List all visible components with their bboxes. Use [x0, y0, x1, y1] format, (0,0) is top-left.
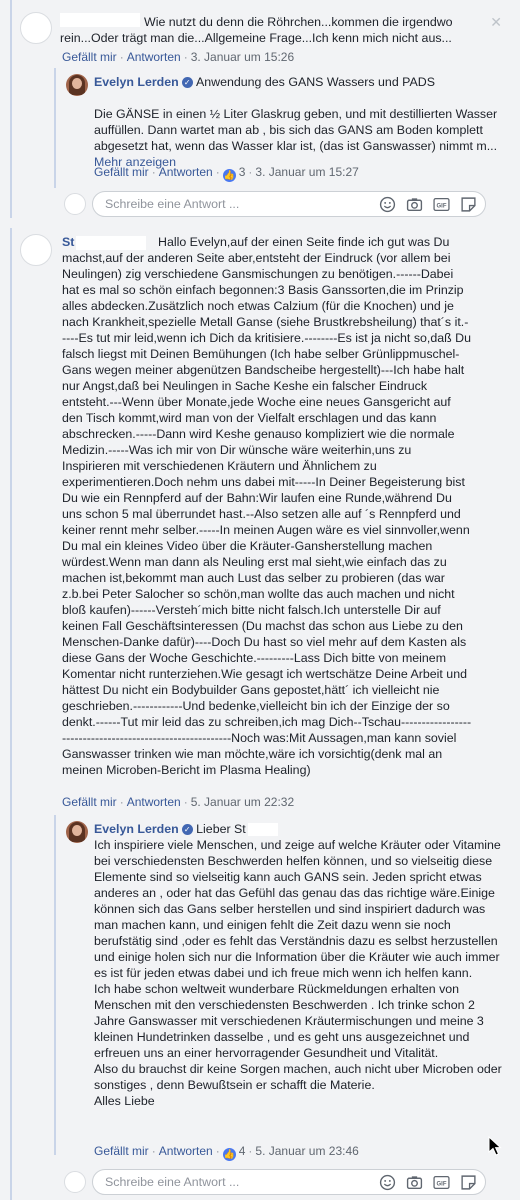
- comment-text: Wie nutzt du denn die Röhrchen...kommen …: [60, 15, 453, 45]
- reply-link[interactable]: Antworten: [127, 795, 181, 809]
- comment-thread-1: Wie nutzt du denn die Röhrchen...kommen …: [10, 0, 520, 218]
- reply-link[interactable]: Antworten: [127, 50, 181, 64]
- camera-icon[interactable]: [406, 1174, 423, 1191]
- close-icon[interactable]: ✕: [490, 14, 502, 31]
- like-thumb-icon: 👍: [222, 1148, 236, 1161]
- like-thumb-icon: 👍: [222, 169, 236, 182]
- comment-text: Hallo Evelyn,auf der einen Seite finde i…: [62, 235, 472, 777]
- comment-time[interactable]: 5. Januar um 22:32: [191, 795, 294, 809]
- comment-section: Wie nutzt du denn die Röhrchen...kommen …: [0, 0, 520, 1200]
- reply-author-name[interactable]: Evelyn Lerden: [94, 822, 179, 836]
- camera-icon[interactable]: [406, 196, 423, 213]
- emoji-icon[interactable]: [379, 1174, 396, 1191]
- svg-text:GIF: GIF: [437, 203, 447, 209]
- reply-like-count[interactable]: 3: [239, 165, 246, 179]
- comment-meta: Gefällt mir · Antworten · 5. Januar um 22:32: [62, 795, 295, 809]
- like-link[interactable]: Gefällt mir: [62, 50, 117, 64]
- reply-link[interactable]: Antworten: [159, 1144, 213, 1158]
- emoji-icon[interactable]: [379, 196, 396, 213]
- redacted-commenter-name: [76, 235, 147, 250]
- reply-meta: Gefällt mir · Antworten · 👍 4 · 5. Januar um 23…: [94, 1144, 359, 1161]
- reply-thread-2: Evelyn Lerden ✓ Lieber St Ich inspiriere …: [54, 815, 514, 1161]
- reply-author-avatar[interactable]: [66, 74, 88, 96]
- comment-meta: Gefällt mir · Antworten · 3. Januar um 15:26: [62, 50, 295, 64]
- reply-header: Evelyn Lerden ✓ Lieber St: [94, 821, 504, 837]
- reply-meta: Gefällt mir · Antworten · 👍 3 · 3. Januar um 15…: [94, 165, 359, 182]
- like-link[interactable]: Gefällt mir: [94, 165, 149, 179]
- current-user-avatar: [64, 193, 86, 215]
- gif-icon[interactable]: GIF: [433, 196, 450, 213]
- reply-thread-1: Evelyn Lerden ✓ Anwendung des GANS Wasser…: [54, 68, 514, 188]
- sticker-icon[interactable]: [460, 1174, 477, 1191]
- gif-icon[interactable]: GIF: [433, 1174, 450, 1191]
- commenter-avatar[interactable]: [20, 12, 52, 44]
- verified-badge-icon: ✓: [181, 824, 193, 835]
- mouse-cursor-icon: [488, 1136, 502, 1156]
- commenter-avatar[interactable]: [20, 234, 52, 266]
- redacted-name: [247, 823, 278, 837]
- reply-link[interactable]: Antworten: [159, 165, 213, 179]
- reply-greeting: Lieber St: [196, 822, 246, 836]
- reply-placeholder: Schreibe eine Antwort ...: [105, 1175, 240, 1189]
- comment-author-name[interactable]: St: [62, 234, 147, 250]
- reply-input-1[interactable]: Schreibe eine Antwort ... GIF: [92, 191, 486, 217]
- reply-author-avatar[interactable]: [66, 821, 88, 843]
- reply-text: Anwendung des GANS Wassers und PADS Die …: [94, 75, 498, 169]
- reply-time[interactable]: 3. Januar um 15:27: [255, 165, 358, 179]
- svg-text:GIF: GIF: [437, 1181, 447, 1187]
- reply-text: Ich inspiriere viele Menschen, und zeige…: [94, 838, 502, 1108]
- current-user-avatar: [64, 1171, 86, 1193]
- sticker-icon[interactable]: [460, 196, 477, 213]
- like-link[interactable]: Gefällt mir: [62, 795, 117, 809]
- reply-like-count[interactable]: 4: [239, 1144, 246, 1158]
- comment-thread-2: Hallo Evelyn,auf der einen Seite finde i…: [10, 228, 520, 1200]
- reply-placeholder: Schreibe eine Antwort ...: [105, 197, 240, 211]
- comment-time[interactable]: 3. Januar um 15:26: [191, 50, 294, 64]
- reply-time[interactable]: 5. Januar um 23:46: [255, 1144, 358, 1158]
- reply-input-2[interactable]: Schreibe eine Antwort ... GIF: [92, 1169, 486, 1195]
- like-link[interactable]: Gefällt mir: [94, 1144, 149, 1158]
